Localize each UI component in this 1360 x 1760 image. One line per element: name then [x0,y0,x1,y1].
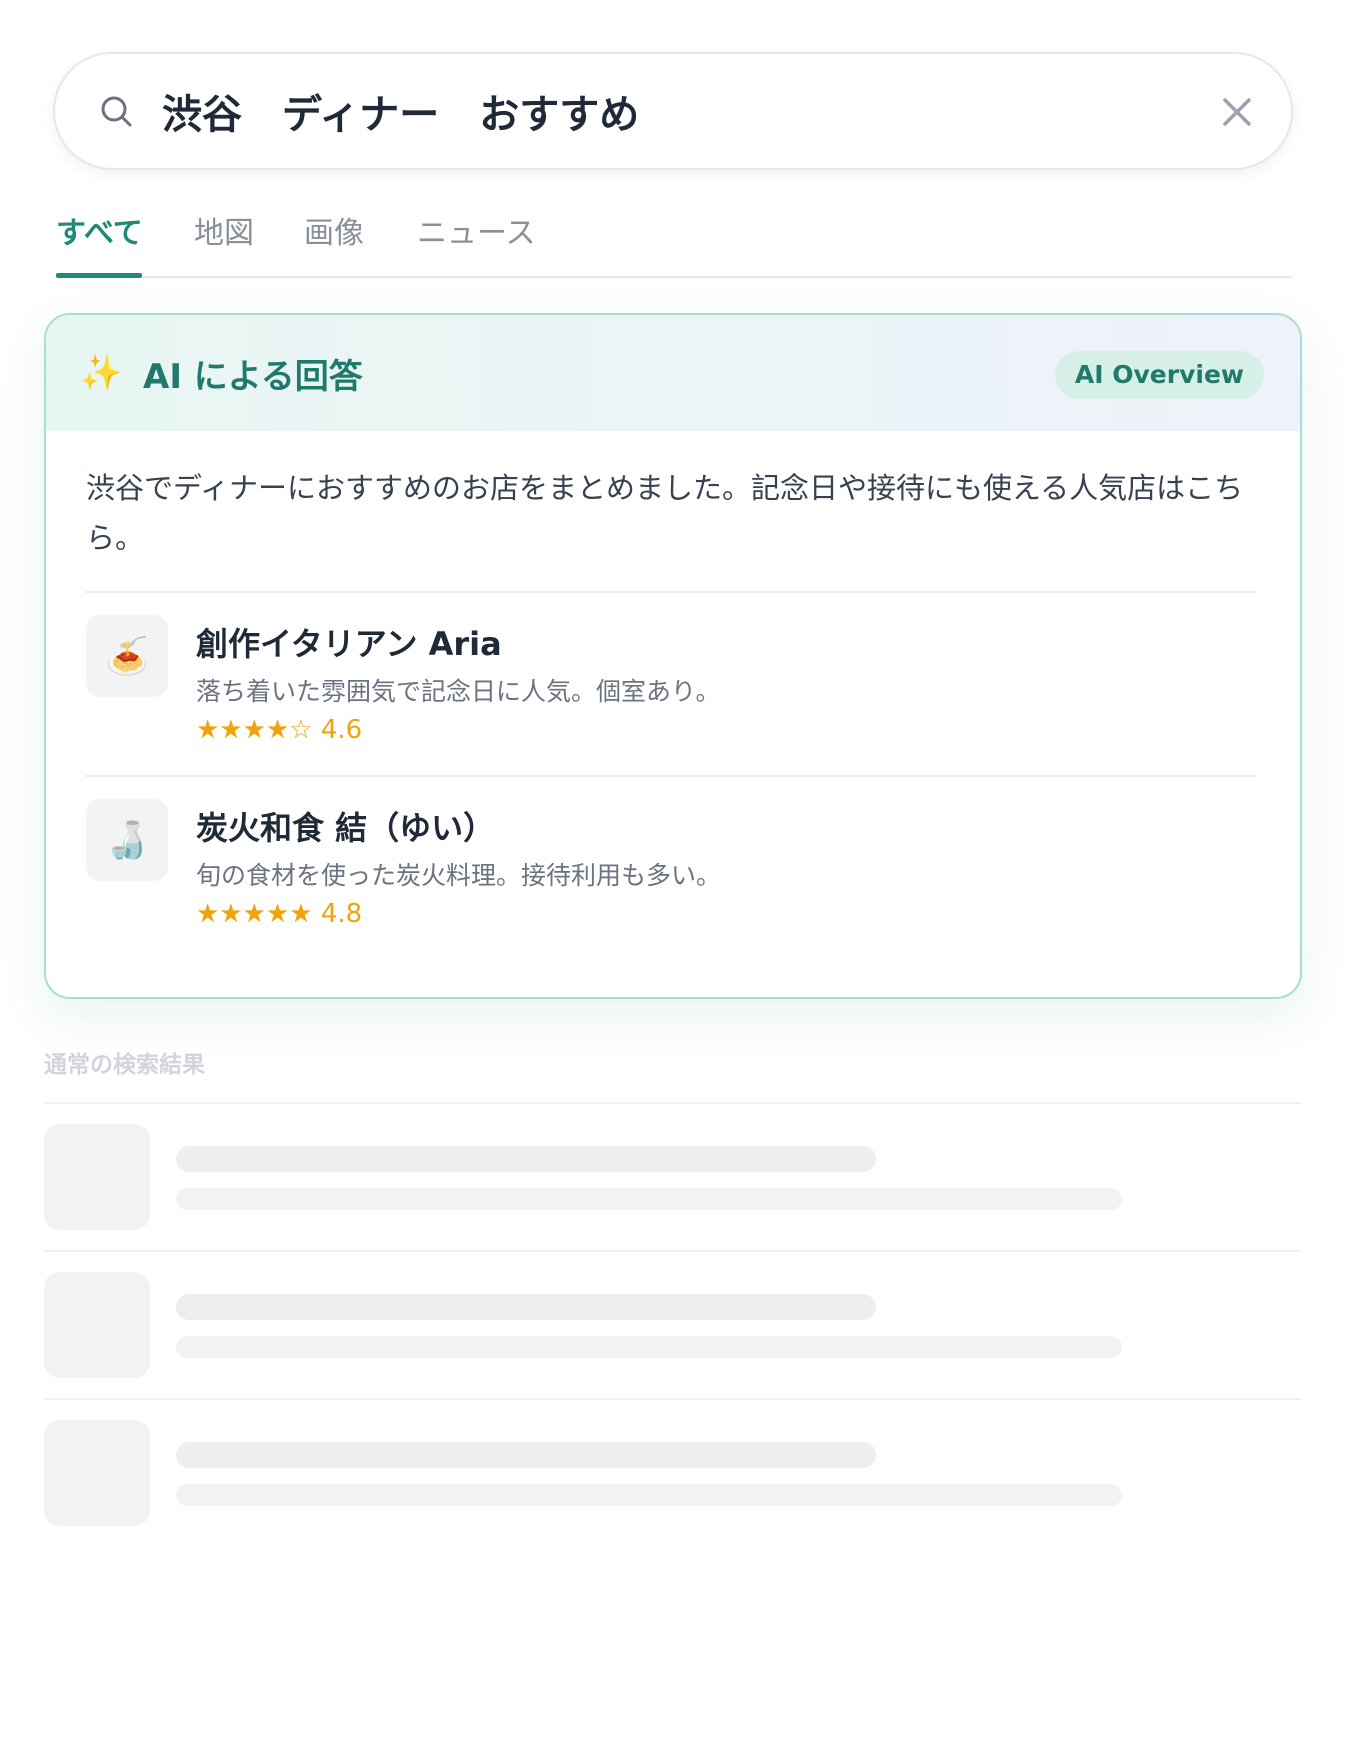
title-placeholder [176,1442,876,1468]
ai-overview-card: ✨ AI による回答 AI Overview 渋谷でディナーにおすすめのお店をま… [44,313,1302,999]
result-placeholder-row [44,1250,1302,1400]
divider [86,775,1256,777]
tab-maps[interactable]: 地図 [194,208,254,252]
search-icon [101,96,132,127]
tab-all[interactable]: すべて [56,208,143,252]
tab-news[interactable]: ニュース [417,208,536,252]
thumbnail-placeholder [44,1272,150,1378]
results-section-label: 通常の検索結果 [44,1052,205,1078]
restaurant-name[interactable]: 炭火和食 結（ゆい） [196,803,495,849]
restaurant-rating: ★★★★★ 4.8 [196,899,362,929]
snippet-placeholder [176,1484,1122,1506]
search-input[interactable]: 渋谷 ディナー おすすめ [162,82,639,140]
ai-overview-badge: AI Overview [1054,351,1264,399]
tab-bar: すべて 地図 画像 ニュース [56,200,1292,278]
result-placeholder-row [44,1102,1302,1252]
thumbnail-placeholder [44,1420,150,1526]
restaurant-rating: ★★★★☆ 4.6 [196,715,362,745]
result-placeholder-row [44,1398,1302,1548]
star-rating-icon: ★★★★☆ [196,715,313,745]
restaurant-description: 旬の食材を使った炭火料理。接待利用も多い。 [196,861,722,890]
thumbnail-placeholder [44,1124,150,1230]
restaurant-description: 落ち着いた雰囲気で記念日に人気。個室あり。 [196,677,721,706]
snippet-placeholder [176,1188,1122,1210]
rating-value: 4.6 [320,715,363,745]
title-placeholder [176,1146,876,1172]
search-bar[interactable]: 渋谷 ディナー おすすめ [53,52,1293,170]
tab-images[interactable]: 画像 [304,208,364,252]
sparkle-icon: ✨ [80,353,123,393]
sake-icon: 🍶 [86,799,168,881]
restaurant-name[interactable]: 創作イタリアン Aria [196,619,502,665]
close-icon[interactable] [1219,94,1255,130]
ai-overview-title: AI による回答 [143,357,363,397]
title-placeholder [176,1294,876,1320]
divider [86,591,1256,593]
ai-summary-text: 渋谷でディナーにおすすめのお店をまとめました。記念日や接待にも使える人気店はこち… [86,471,1244,555]
pasta-icon: 🍝 [86,615,168,697]
snippet-placeholder [176,1336,1122,1358]
ai-overview-header: ✨ AI による回答 AI Overview [46,315,1300,431]
star-rating-icon: ★★★★★ [196,899,313,929]
rating-value: 4.8 [320,899,363,929]
active-tab-indicator [56,273,142,278]
